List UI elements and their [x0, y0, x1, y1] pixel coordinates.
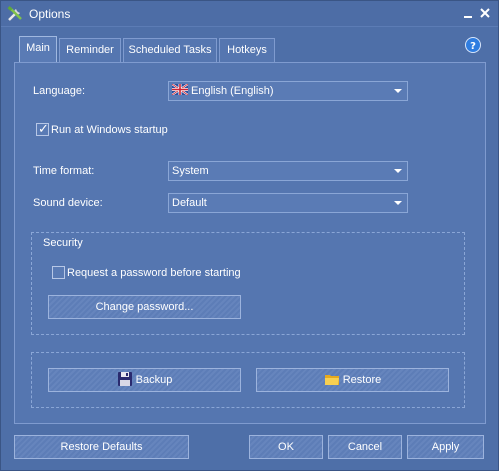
- restore-button[interactable]: Restore: [256, 368, 449, 392]
- title-bar[interactable]: Options: [1, 1, 498, 27]
- backup-button[interactable]: Backup: [48, 368, 241, 392]
- apply-button[interactable]: Apply: [407, 435, 484, 459]
- language-dropdown[interactable]: English (English): [168, 81, 408, 101]
- checkmark-icon: ✓: [38, 121, 49, 136]
- ok-button[interactable]: OK: [249, 435, 323, 459]
- password-checkbox[interactable]: [52, 266, 65, 279]
- security-group-title: Security: [43, 237, 83, 249]
- sound-device-label: Sound device:: [33, 197, 103, 209]
- tab-scheduled-tasks[interactable]: Scheduled Tasks: [123, 38, 217, 62]
- uk-flag-icon: [172, 84, 188, 95]
- restore-defaults-button[interactable]: Restore Defaults: [14, 435, 189, 459]
- close-button[interactable]: [477, 5, 493, 21]
- folder-icon: [324, 375, 339, 385]
- startup-checkbox[interactable]: ✓: [36, 121, 49, 136]
- tab-hotkeys[interactable]: Hotkeys: [219, 38, 275, 62]
- sound-device-dropdown[interactable]: Default: [168, 193, 408, 213]
- language-value: English (English): [191, 85, 274, 97]
- options-window: Options Main Reminder Scheduled Tasks Ho…: [0, 0, 499, 471]
- restore-label: Restore: [342, 374, 382, 386]
- help-icon[interactable]: ?: [465, 37, 481, 53]
- password-check-label: Request a password before starting: [67, 267, 241, 279]
- cancel-button[interactable]: Cancel: [328, 435, 402, 459]
- tools-icon: [7, 6, 22, 21]
- chevron-down-icon: [394, 89, 402, 93]
- sound-device-value: Default: [172, 197, 207, 209]
- window-title: Options: [29, 7, 71, 21]
- change-password-button[interactable]: Change password...: [48, 295, 241, 319]
- svg-text:?: ?: [470, 41, 476, 52]
- minimize-button[interactable]: [460, 5, 476, 21]
- minimize-icon: [464, 16, 472, 18]
- time-format-label: Time format:: [33, 165, 95, 177]
- chevron-down-icon: [394, 201, 402, 205]
- close-icon: [480, 8, 490, 18]
- startup-label: Run at Windows startup: [51, 124, 168, 136]
- chevron-down-icon: [394, 169, 402, 173]
- tab-reminder[interactable]: Reminder: [59, 38, 121, 62]
- language-label: Language:: [33, 85, 85, 97]
- time-format-dropdown[interactable]: System: [168, 161, 408, 181]
- backup-label: Backup: [135, 374, 173, 386]
- tab-main[interactable]: Main: [19, 36, 57, 63]
- time-format-value: System: [172, 165, 209, 177]
- floppy-disk-icon: [117, 372, 132, 386]
- security-group: [31, 232, 465, 335]
